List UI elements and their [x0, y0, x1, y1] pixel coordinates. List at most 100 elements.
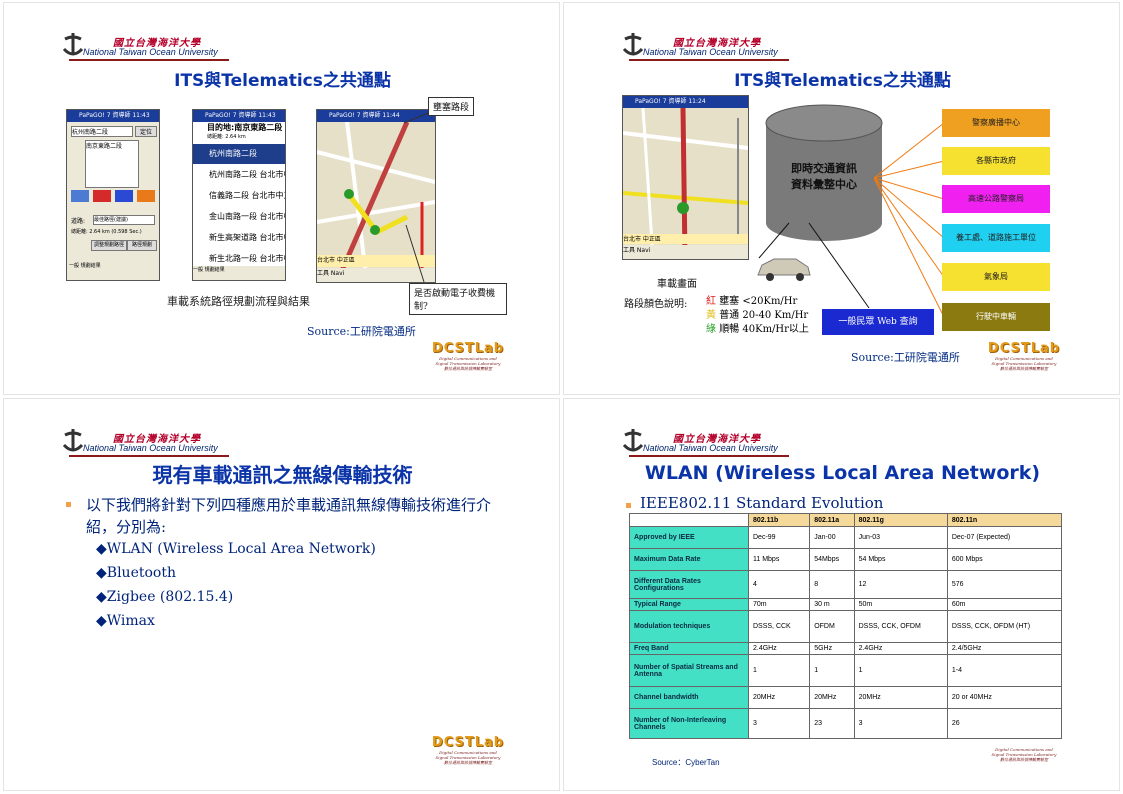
car-image — [757, 258, 811, 281]
adjust-route-button[interactable]: 調整規劃路徑 — [91, 240, 127, 251]
map-toolbar[interactable]: 工具 Navi — [623, 245, 748, 259]
mode-label: 道路: — [71, 218, 86, 225]
anchor-icon — [622, 33, 644, 56]
home-icon[interactable] — [115, 190, 133, 202]
dcstlab-logo: Digital Communications and Signal Transm… — [984, 747, 1064, 777]
table-header-cell: 802.11g — [853, 513, 948, 527]
table-row-header: Channel bandwidth — [629, 686, 749, 709]
lab-tagline: 數位通訊與訊號傳輸實驗室 — [444, 760, 492, 765]
slide-title: ITS與Telematics之共通點 — [174, 71, 391, 91]
phone-screen-route-list: PaPaGO! 7 資導師 11:43 目的地:南京東路二段 總距離: 2.64… — [192, 109, 286, 281]
callout-lines — [403, 112, 429, 283]
source-box-highway-police: 高速公路警察局 — [942, 185, 1050, 213]
table-row: Number of Non-Interleaving Channels 3 23 3 2… — [629, 708, 1063, 739]
lab-tagline: 數位通訊與訊號傳輸實驗室 — [1000, 366, 1048, 371]
total-distance: 總距離: 2.64 km (0.598 Sec.) — [71, 229, 142, 235]
university-name-en: National Taiwan Ocean University — [643, 443, 778, 453]
table-row: Modulation techniques DSSS, CCK OFDM DSSS, … — [629, 610, 1063, 643]
table-cell: Dec-99 — [747, 526, 811, 549]
table-header-cell: 802.11n — [946, 513, 1063, 527]
university-logo: 國立台灣海洋大學 National Taiwan Ocean Universit… — [621, 427, 791, 459]
legend-state: 普通 — [719, 310, 740, 321]
route-destination: 目的地:南京東路二段 總距離: 2.64 km — [193, 122, 285, 144]
table-cell: DSSS, CCK — [747, 610, 811, 643]
table-cell: 70m — [747, 598, 811, 611]
legend-row: 黃 普通 20-40 Km/Hr — [706, 309, 809, 323]
table-row: Approved by IEEE Dec-99 Jan-00 Jun-03 Dec-07… — [629, 526, 1063, 549]
table-row: Freq Band 2.4GHz 5GHz 2.4GHz 2.4/5GHz — [629, 642, 1063, 655]
tech-item-label: Zigbee (802.15.4) — [106, 589, 234, 605]
route-step[interactable]: 信義路二段 台北市中正 — [193, 186, 285, 207]
plan-route-button[interactable]: 路徑規劃 — [127, 240, 157, 251]
heart-icon[interactable] — [93, 190, 111, 202]
lab-name: DCSTLab — [431, 341, 505, 356]
table-row-header: Different Data Rates Configurations — [629, 570, 749, 599]
table-row-header: Number of Non-Interleaving Channels — [629, 708, 749, 739]
lab-tagline: 數位通訊與訊號傳輸實驗室 — [444, 366, 492, 371]
table-row: Different Data Rates Configurations 4 8 12 5… — [629, 570, 1063, 599]
tech-item-label: WLAN (Wireless Local Area Network) — [106, 541, 376, 557]
traffic-query-icon[interactable] — [71, 190, 89, 202]
table-cell: 50m — [853, 598, 948, 611]
dcstlab-logo: DCSTLab Digital Communications and Signa… — [984, 341, 1064, 371]
data-center-label: 即時交通資訊 資料彙整中心 — [774, 161, 874, 193]
legend-speed: 40Km/Hr以上 — [742, 324, 809, 335]
university-name-en: National Taiwan Ocean University — [643, 47, 778, 57]
data-center-label-line: 資料彙整中心 — [791, 178, 857, 191]
bullet-square-icon — [66, 502, 71, 507]
waypoint-list[interactable]: 南京東路二段 — [85, 140, 139, 188]
data-center-label-line: 即時交通資訊 — [791, 162, 857, 175]
tech-item-label: Bluetooth — [106, 565, 176, 581]
table-cell: Dec-07 (Expected) — [946, 526, 1063, 549]
phone-tabs[interactable]: 一般 規劃結果 — [69, 262, 101, 269]
table-cell: 4 — [747, 570, 811, 599]
table-cell: 20MHz — [809, 686, 855, 709]
table-row: Maximum Data Rate 11 Mbps 54Mbps 54 Mbps 600… — [629, 548, 1063, 571]
phone-tabs[interactable]: 一般 規劃結果 — [193, 266, 285, 280]
locate-button[interactable]: 定位 — [135, 126, 157, 137]
tech-item: ◆Wimax — [96, 613, 155, 629]
table-cell: 20MHz — [747, 686, 811, 709]
table-cell: 2.4GHz — [853, 642, 948, 655]
dcstlab-logo: DCSTLab Digital Communications and Signa… — [428, 735, 508, 765]
slide-4: 國立台灣海洋大學 National Taiwan Ocean Universit… — [563, 398, 1120, 791]
table-cell: 576 — [946, 570, 1063, 599]
table-row-header: Approved by IEEE — [629, 526, 749, 549]
street-label: 台北市 中正區 — [623, 234, 748, 244]
legend-color: 黃 — [706, 310, 716, 321]
route-step[interactable]: 金山南路一段 台北市中 — [193, 207, 285, 228]
table-cell: 3 — [853, 708, 948, 739]
phone-screen-route-setup: PaPaGO! 7 資導師 11:43 杭州南路二段 定位 南京東路二段 道路:… — [66, 109, 160, 281]
university-logo: 國立台灣海洋大學 National Taiwan Ocean Universit… — [61, 31, 231, 63]
table-cell: 1 — [809, 654, 855, 687]
route-step[interactable]: 杭州南路二段 台北市中 — [193, 165, 285, 186]
table-header-cell: 802.11b — [747, 513, 811, 527]
table-header-cell: 802.11a — [809, 513, 855, 527]
table-cell: 5GHz — [809, 642, 855, 655]
standards-table: 802.11b 802.11a 802.11g 802.11n Approved by … — [629, 513, 1063, 739]
logo-rule — [629, 59, 789, 61]
route-step[interactable]: 新生高架道路 台北市中 — [193, 228, 285, 249]
logo-rule — [69, 59, 229, 61]
slide-1: 國立台灣海洋大學 National Taiwan Ocean Universit… — [3, 2, 560, 395]
bullet-text: IEEE802.11 Standard Evolution — [640, 494, 884, 512]
logo-rule — [69, 455, 229, 457]
slide-3: 國立台灣海洋大學 National Taiwan Ocean Universit… — [3, 398, 560, 791]
table-cell: 30 m — [809, 598, 855, 611]
origin-select[interactable]: 杭州南路二段 — [71, 126, 133, 137]
source-box-vehicles: 行駛中車輛 — [942, 303, 1050, 331]
tech-item-label: Wimax — [106, 613, 155, 629]
table-row-header: Typical Range — [629, 598, 749, 611]
record-icon[interactable] — [137, 190, 155, 202]
anchor-icon — [62, 33, 84, 56]
legend-color: 綠 — [706, 324, 716, 335]
intro-text: 以下我們將針對下列四種應用於車載通訊無線傳輸技術進行介紹，分別為: — [86, 496, 492, 536]
mode-select[interactable]: 最佳路徑(建議) — [93, 215, 155, 225]
source-note: Source:工研院電通所 — [851, 351, 960, 364]
table-cell: 2.4/5GHz — [946, 642, 1063, 655]
legend-label: 路段顏色說明: — [624, 299, 688, 310]
route-step[interactable]: 杭州南路二段 — [193, 144, 285, 165]
university-name-en: National Taiwan Ocean University — [83, 443, 218, 453]
table-cell: Jan-00 — [809, 526, 855, 549]
slide-title: ITS與Telematics之共通點 — [734, 71, 951, 91]
